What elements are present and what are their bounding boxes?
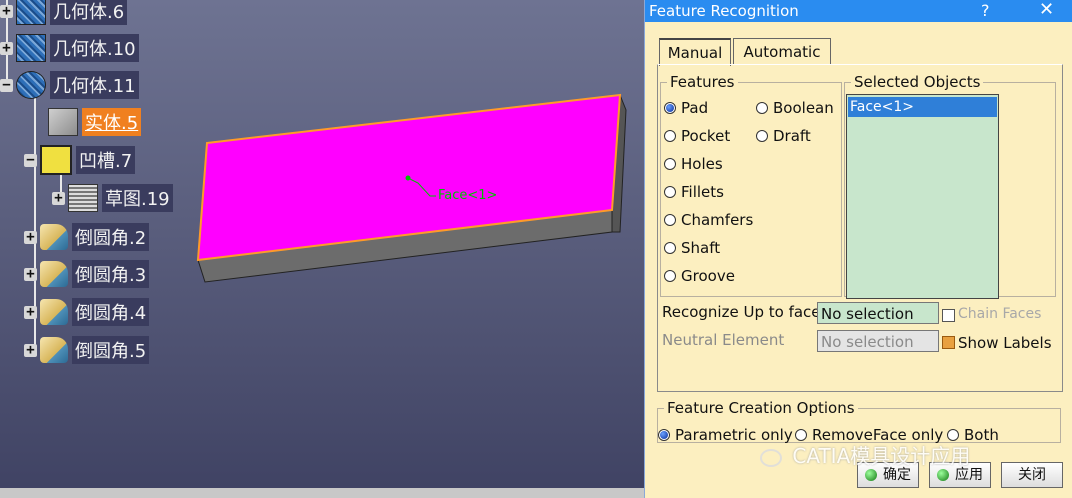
radio-pad[interactable]: Pad [664,99,708,117]
dialog-titlebar[interactable]: Feature Recognition ? ✕ [645,0,1072,22]
radio-label: Boolean [773,99,834,117]
radio-button[interactable] [664,186,676,198]
3d-viewport[interactable]: + 几何体.6 + 几何体.10 − 几何体.11 实体.5 − 凹槽.7 + … [0,0,644,498]
radio-button[interactable] [756,102,768,114]
recognize-up-to-face-field[interactable]: No selection [817,302,939,324]
recognize-up-to-face-label: Recognize Up to face [662,303,821,321]
radio-button[interactable] [756,130,768,142]
radio-button[interactable] [664,102,676,114]
radio-chamfers[interactable]: Chamfers [664,211,753,229]
radio-button[interactable] [664,270,676,282]
radio-shaft[interactable]: Shaft [664,239,720,257]
radio-fillets[interactable]: Fillets [664,183,724,201]
face-label: Face<1> [438,188,497,203]
radio-label: Shaft [681,239,721,257]
ok-icon [865,469,877,481]
radio-button[interactable] [664,158,676,170]
viewport-scrollbar[interactable] [0,488,644,498]
neutral-element-field: No selection [817,330,939,352]
radio-label: Groove [681,267,735,285]
radio-button[interactable] [664,130,676,142]
chain-faces-label: Chain Faces [958,306,1042,322]
chain-faces-checkbox [942,309,955,322]
features-legend: Features [670,73,735,91]
feature-creation-options-legend: Feature Creation Options [667,399,855,417]
radio-label: Holes [681,155,723,173]
radio-label: Draft [773,127,811,145]
close-icon[interactable]: ✕ [1039,0,1054,21]
radio-button[interactable] [664,214,676,226]
tab-manual[interactable]: Manual [659,38,731,66]
help-icon[interactable]: ? [981,0,990,22]
wechat-icon [760,448,782,467]
tab-automatic[interactable]: Automatic [733,38,831,65]
radio-label: Pad [681,99,709,117]
radio-pocket[interactable]: Pocket [664,127,730,145]
dialog-title: Feature Recognition [649,2,799,20]
watermark: CATIA模具设计应用 [760,440,970,469]
radio-groove[interactable]: Groove [664,267,735,285]
list-item[interactable]: Face<1> [848,97,997,117]
show-labels-label: Show Labels [958,334,1052,352]
radio-boolean[interactable]: Boolean [756,99,834,117]
radio-label: Chamfers [681,211,754,229]
apply-icon [937,469,949,481]
3d-part-model[interactable]: Face<1> [0,0,644,498]
radio-button[interactable] [658,429,670,441]
radio-draft[interactable]: Draft [756,127,811,145]
close-button[interactable]: 关闭 [1001,462,1063,488]
radio-label: Fillets [681,183,724,201]
selected-objects-list[interactable]: Face<1> [846,94,999,299]
show-labels-checkbox[interactable] [942,336,955,349]
watermark-text: CATIA模具设计应用 [792,444,971,468]
radio-holes[interactable]: Holes [664,155,723,173]
neutral-element-label: Neutral Element [662,331,785,349]
radio-label: Pocket [681,127,731,145]
selected-objects-legend: Selected Objects [854,73,981,91]
radio-button[interactable] [664,242,676,254]
